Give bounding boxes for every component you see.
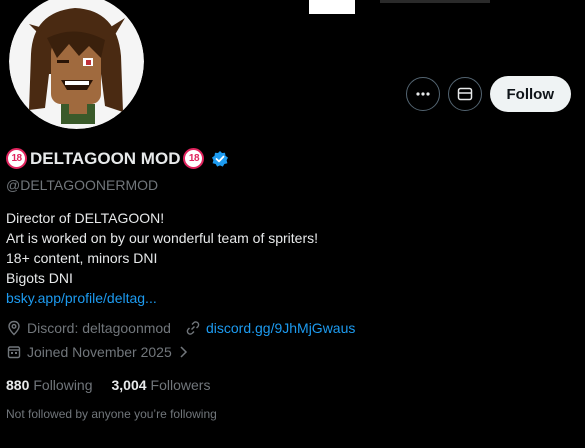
not-followed-text: Not followed by anyone you’re following <box>6 407 217 421</box>
location-item: Discord: deltagoonmod <box>6 320 171 336</box>
avatar-pixel-art <box>9 0 144 129</box>
banner-image-edge <box>309 0 355 14</box>
website-link[interactable]: discord.gg/9JhMjGwaus <box>206 320 355 336</box>
bio-line: 18+ content, minors DNI <box>6 250 158 266</box>
bio-line: Bigots DNI <box>6 270 73 286</box>
banner-image-edge-dark <box>380 0 490 3</box>
profile-actions: Follow <box>405 76 571 112</box>
bio: Director of DELTAGOON! Art is worked on … <box>6 208 318 308</box>
display-name: DELTAGOON MOD <box>30 148 181 168</box>
chevron-right-icon <box>180 346 187 358</box>
joined-row: Joined November 2025 <box>6 344 203 360</box>
following-label: Following <box>33 377 93 393</box>
link-icon <box>186 321 200 335</box>
handle: @DELTAGOONERMOD <box>6 177 159 193</box>
location-text: Discord: deltagoonmod <box>27 320 171 336</box>
joined-text: Joined November 2025 <box>27 344 172 360</box>
profile-meta-row: Discord: deltagoonmod discord.gg/9JhMjGw… <box>6 320 369 336</box>
location-pin-icon <box>8 320 20 336</box>
follow-stats: 880 Following 3,004 Followers <box>6 377 210 393</box>
message-button[interactable] <box>447 77 482 111</box>
bio-link[interactable]: bsky.app/profile/deltag... <box>6 288 318 308</box>
bio-line: Director of DELTAGOON! <box>6 210 165 226</box>
followers-stat[interactable]: 3,004 Followers <box>112 377 211 393</box>
joined-item[interactable]: Joined November 2025 <box>6 344 189 360</box>
following-stat[interactable]: 880 Following <box>6 377 93 393</box>
bio-line: Art is worked on by our wonderful team o… <box>6 230 319 246</box>
more-button[interactable] <box>405 77 440 111</box>
avatar[interactable] <box>9 0 144 129</box>
verified-badge-icon[interactable] <box>211 150 229 168</box>
follow-button[interactable]: Follow <box>489 76 571 112</box>
envelope-icon <box>457 87 472 101</box>
following-count: 880 <box>6 377 30 393</box>
calendar-icon <box>7 346 21 359</box>
followers-count: 3,004 <box>111 377 147 393</box>
adult-badge-icon: 18 <box>6 148 27 169</box>
followers-label: Followers <box>150 377 211 393</box>
display-name-row: 18 DELTAGOON MOD 18 <box>6 148 229 169</box>
more-dots-icon <box>415 92 430 96</box>
website-item: discord.gg/9JhMjGwaus <box>185 320 355 336</box>
adult-badge-icon: 18 <box>183 148 205 169</box>
